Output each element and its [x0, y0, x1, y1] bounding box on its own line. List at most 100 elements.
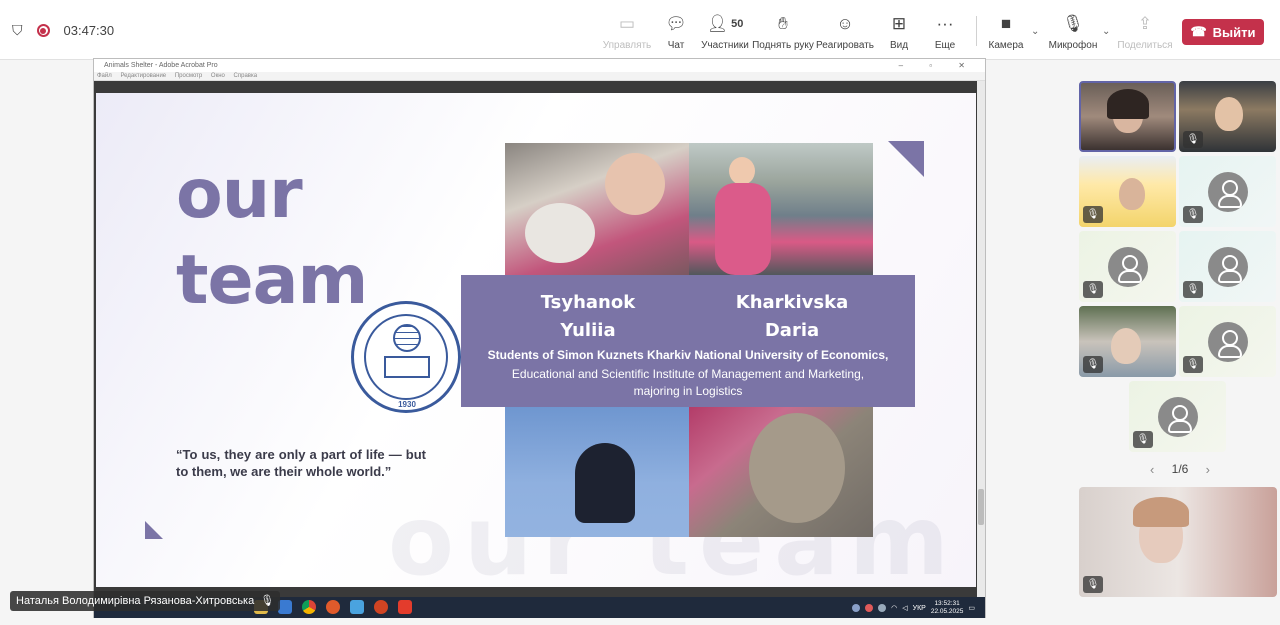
mic-off-icon: 🎙︎: [1133, 431, 1153, 448]
raise-hand-button[interactable]: ✋︎ Поднять руку: [751, 14, 815, 51]
document-scrollbar[interactable]: [977, 81, 985, 597]
mic-off-icon: 🎙︎: [1083, 356, 1103, 373]
camera-options-chevron-icon[interactable]: ⌄: [1031, 26, 1039, 37]
shared-window-menu: Файл Редактирование Просмотр Окно Справк…: [94, 72, 985, 81]
mic-options-chevron-icon[interactable]: ⌄: [1102, 26, 1110, 37]
mic-off-icon: 🎙︎: [1183, 206, 1203, 223]
participant-tile[interactable]: 🎙︎: [1129, 381, 1226, 452]
menu-item: Файл: [97, 73, 112, 79]
powerpoint-icon[interactable]: [374, 600, 388, 614]
participant-tile[interactable]: [1079, 81, 1176, 152]
acrobat-icon[interactable]: [398, 600, 412, 614]
person2-name: Kharkivska Daria: [735, 292, 849, 341]
band-university: Students of Simon Kuznets Kharkiv Nation…: [487, 348, 889, 362]
self-video-tile[interactable]: 🎙︎: [1079, 487, 1277, 597]
participants-count: 50: [731, 18, 744, 30]
more-icon: ···: [936, 14, 954, 33]
photo-girl-with-dog: [505, 143, 689, 275]
mic-icon: 🎙︎: [260, 595, 275, 607]
avatar-icon: [1108, 247, 1148, 287]
leave-button[interactable]: ☎︎ Выйти: [1182, 19, 1264, 45]
seal-year: 1930: [398, 400, 416, 409]
chrome-icon[interactable]: [302, 600, 316, 614]
menu-item: Просмотр: [174, 73, 203, 79]
menu-item: Справка: [233, 73, 258, 79]
camera-button[interactable]: ■ Камера: [974, 14, 1038, 51]
globe-icon: [393, 324, 421, 352]
control-icon: ▭: [618, 14, 636, 33]
avatar-icon: [1208, 322, 1248, 362]
decor-triangle-bottom: [145, 521, 163, 539]
app-icon[interactable]: [278, 600, 292, 614]
hand-icon: ✋︎: [778, 14, 788, 33]
share-button[interactable]: ⇪ Поделиться: [1113, 14, 1177, 51]
book-icon: [384, 356, 430, 378]
participants-button[interactable]: 👤︎ 50 Участники: [693, 14, 757, 51]
keyboard-lang[interactable]: УКР: [913, 605, 926, 612]
participant-tile[interactable]: 🎙︎: [1079, 231, 1176, 302]
recording-icon: [36, 24, 50, 37]
grid-icon: ⊞: [891, 14, 907, 33]
share-icon: ⇪: [1137, 14, 1153, 33]
decor-triangle-top: [888, 141, 924, 177]
menu-item: Окно: [210, 73, 225, 79]
taskbar-clock[interactable]: 13:52:31 22.05.2025: [931, 600, 964, 616]
tray-icon[interactable]: [852, 604, 861, 612]
shield-icon[interactable]: ⛉: [12, 22, 23, 39]
slide-title-line2: team: [176, 241, 368, 320]
meeting-toolbar: ⛉ 03:47:30 ▭ Управлять 💬︎ Чат 👤︎ 50 Участ…: [0, 0, 1280, 60]
shared-screen: Animals Shelter - Adobe Acrobat Pro – ▫ …: [93, 58, 986, 618]
mic-off-icon: 🎙︎: [1183, 281, 1203, 298]
participant-tile[interactable]: 🎙︎: [1179, 306, 1276, 377]
presenter-name-label: Наталья Володимирівна Рязанова-Хитровськ…: [10, 591, 281, 611]
mic-off-icon: 🎙︎: [1083, 576, 1103, 593]
page-indicator: 1/6: [1171, 462, 1189, 476]
menu-item: Редактирование: [120, 73, 167, 79]
participant-tile[interactable]: 🎙︎: [1179, 156, 1276, 227]
meeting-timer: 03:47:30: [63, 23, 115, 38]
tray-icon[interactable]: [878, 604, 887, 612]
mic-off-icon: 🎙︎: [1083, 281, 1103, 298]
mic-off-icon: 🎙︎: [1062, 14, 1084, 33]
people-icon: 👤︎ 50: [706, 14, 744, 33]
chat-icon: 💬︎: [665, 14, 687, 33]
avatar-icon: [1158, 397, 1198, 437]
photo-black-cat: [505, 403, 689, 537]
photo-fluffy-cat: [689, 403, 873, 537]
window-controls: – ▫ ✕: [898, 61, 977, 70]
notification-icon[interactable]: ▭: [968, 604, 975, 612]
band-institute: Educational and Scientific Institute of …: [511, 367, 865, 398]
system-tray: ◠ ◁ УКР 13:52:31 22.05.2025 ▭: [852, 600, 975, 616]
mic-button[interactable]: 🎙︎ Микрофон: [1041, 14, 1105, 51]
names-band: Tsyhanok Yuliia Kharkivska Daria Student…: [461, 275, 915, 407]
participant-tile[interactable]: 🎙︎: [1179, 81, 1276, 152]
wifi-icon[interactable]: ◠: [891, 604, 897, 612]
mic-off-icon: 🎙︎: [1183, 131, 1203, 148]
shared-window-title: Animals Shelter - Adobe Acrobat Pro: [104, 62, 218, 69]
person1-name: Tsyhanok Yuliia: [540, 292, 636, 341]
slide-quote: “To us, they are only a part of life — b…: [176, 447, 426, 479]
camera-icon: ■: [1000, 14, 1012, 33]
document-viewport: our team our team 1930 “To us, they are …: [94, 81, 985, 597]
avatar-icon: [1208, 172, 1248, 212]
university-seal-logo: 1930: [351, 301, 461, 413]
presentation-slide: our team our team 1930 “To us, they are …: [96, 93, 976, 587]
photo-girl-by-river: [689, 143, 873, 275]
smiley-icon: ☺: [836, 14, 854, 33]
next-page-chevron-icon[interactable]: ›: [1206, 462, 1210, 477]
avatar-icon: [1208, 247, 1248, 287]
prev-page-chevron-icon[interactable]: ‹: [1150, 462, 1154, 477]
participant-tile[interactable]: 🎙︎: [1079, 156, 1176, 227]
mic-off-icon: 🎙︎: [1083, 206, 1103, 223]
participant-tile[interactable]: 🎙︎: [1079, 306, 1176, 377]
opera-icon[interactable]: [326, 600, 340, 614]
gallery-pager: ‹ 1/6 ›: [1150, 462, 1210, 477]
volume-icon[interactable]: ◁: [902, 604, 907, 612]
participant-tile[interactable]: 🎙︎: [1179, 231, 1276, 302]
slide-title-line1: our: [176, 155, 303, 234]
mic-off-icon: 🎙︎: [1183, 356, 1203, 373]
tray-icon[interactable]: [865, 604, 874, 612]
phone-hangup-icon: ☎︎: [1190, 24, 1207, 39]
edge-icon[interactable]: [350, 600, 364, 614]
more-button[interactable]: ··· Еще: [913, 14, 977, 51]
